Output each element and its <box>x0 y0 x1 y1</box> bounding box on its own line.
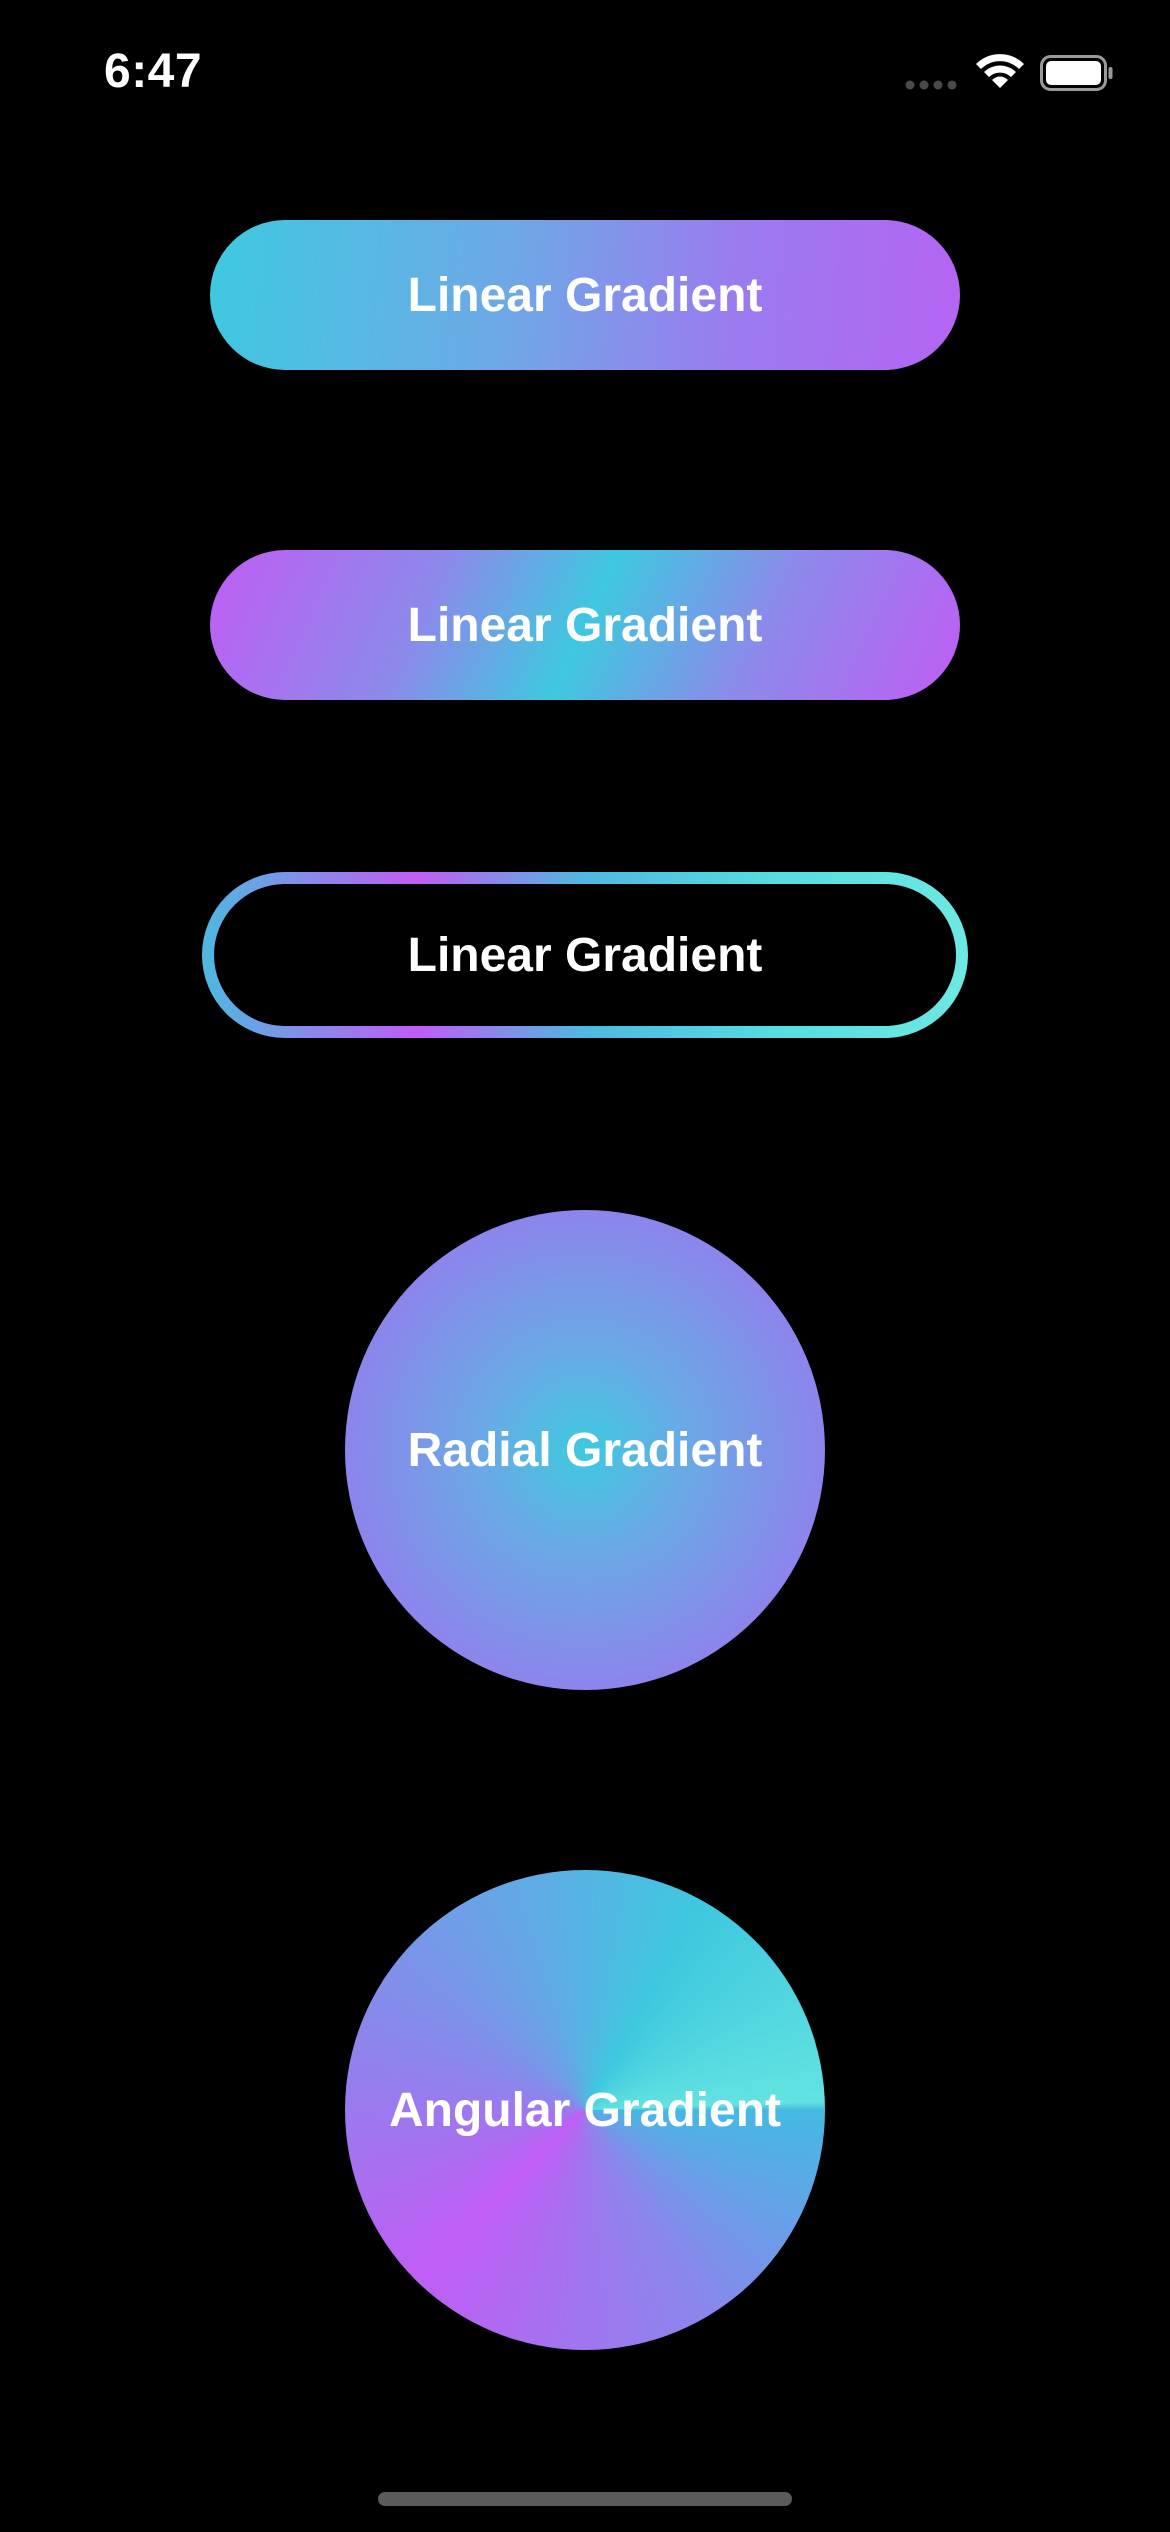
button-label: Radial Gradient <box>407 1423 763 1477</box>
linear-gradient-button-1[interactable]: Linear Gradient <box>210 220 960 370</box>
status-time: 6:47 <box>104 45 203 98</box>
linear-gradient-border-button[interactable]: Linear Gradient <box>202 872 968 1038</box>
signal-dots-icon <box>905 80 957 90</box>
linear-gradient-button-2[interactable]: Linear Gradient <box>210 550 960 700</box>
button-label: Linear Gradient <box>407 598 763 652</box>
border-button-inner: Linear Gradient <box>214 884 956 1026</box>
wifi-icon <box>976 54 1024 88</box>
radial-gradient-button[interactable]: Radial Gradient <box>345 1210 825 1690</box>
button-label: Linear Gradient <box>407 928 763 982</box>
button-label: Linear Gradient <box>407 268 763 322</box>
home-indicator[interactable] <box>378 2492 792 2506</box>
status-bar: 6:47 <box>0 0 1170 150</box>
button-label: Angular Gradient <box>388 2083 782 2137</box>
battery-icon <box>1040 55 1113 91</box>
angular-gradient-button[interactable]: Angular Gradient <box>345 1870 825 2350</box>
